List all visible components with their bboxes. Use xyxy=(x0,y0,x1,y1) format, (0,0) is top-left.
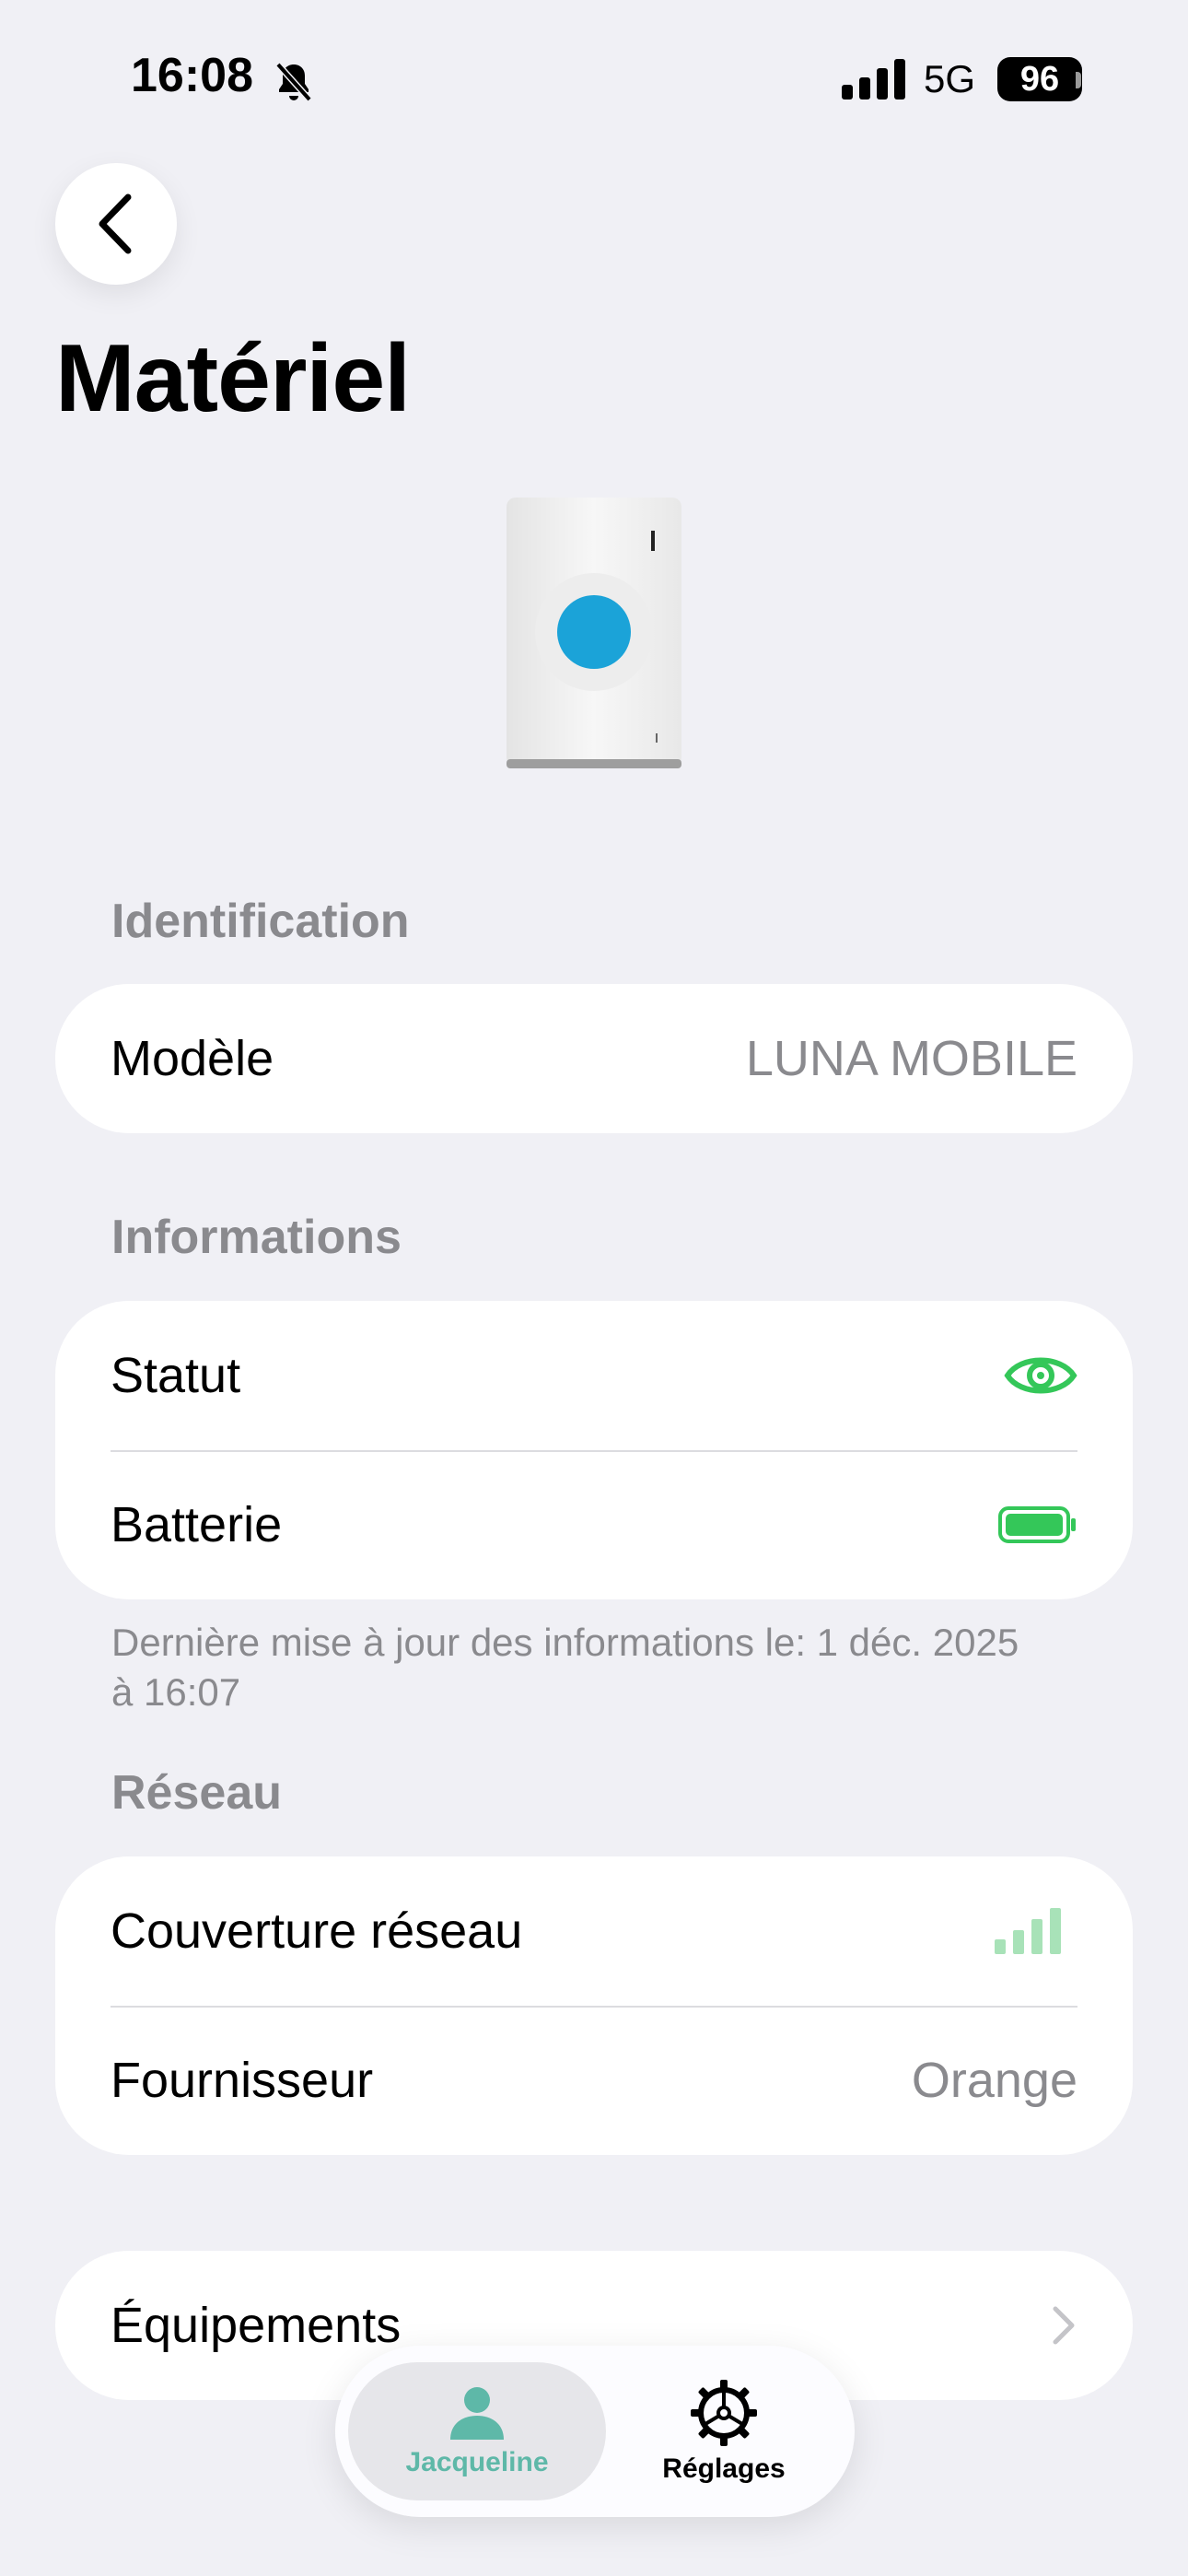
row-label: Équipements xyxy=(111,2298,402,2353)
network-type: 5G xyxy=(924,57,976,100)
battery-level: 96 xyxy=(997,57,1082,101)
chevron-right-icon xyxy=(1053,2306,1075,2345)
tab-reglages[interactable]: Réglages xyxy=(606,2362,842,2500)
informations-card: Statut Batterie xyxy=(55,1301,1133,1599)
signal-bars-icon xyxy=(995,1908,1061,1954)
row-provider: Fournisseur Orange xyxy=(55,2006,1133,2155)
section-header-informations: Informations xyxy=(111,1211,402,1264)
tab-label: Jacqueline xyxy=(405,2447,549,2477)
eye-icon xyxy=(1004,1357,1077,1394)
chevron-left-icon xyxy=(99,193,132,254)
row-battery: Batterie xyxy=(55,1450,1133,1599)
page-title: Matériel xyxy=(55,325,411,432)
gear-icon xyxy=(691,2380,757,2446)
device-button xyxy=(557,595,631,669)
battery-full-icon xyxy=(998,1506,1076,1543)
back-button[interactable] xyxy=(55,163,177,285)
identification-card: Modèle LUNA MOBILE xyxy=(55,984,1133,1133)
cellular-signal-icon xyxy=(842,59,905,100)
provider-value: Orange xyxy=(911,2053,1077,2108)
row-coverage: Couverture réseau xyxy=(55,1856,1133,2006)
row-status: Statut xyxy=(55,1301,1133,1450)
row-label: Couverture réseau xyxy=(111,1903,523,1959)
tab-label: Réglages xyxy=(662,2453,786,2484)
row-label: Statut xyxy=(111,1348,241,1403)
row-label: Batterie xyxy=(111,1497,283,1552)
model-value: LUNA MOBILE xyxy=(745,1031,1077,1086)
section-header-identification: Identification xyxy=(111,895,410,948)
battery-cap xyxy=(1076,72,1081,88)
row-label: Fournisseur xyxy=(111,2053,374,2108)
device-image xyxy=(507,498,681,768)
last-update-footnote: Dernière mise à jour des informations le… xyxy=(111,1621,1019,1714)
row-label: Modèle xyxy=(111,1031,274,1086)
tab-bar: Jacqueline Réglages xyxy=(335,2346,855,2517)
tab-jacqueline[interactable]: Jacqueline xyxy=(348,2362,606,2500)
row-model: Modèle LUNA MOBILE xyxy=(55,984,1133,1133)
bell-slash-icon xyxy=(275,62,312,102)
person-icon xyxy=(450,2387,504,2440)
status-time: 16:08 xyxy=(131,49,253,102)
section-header-reseau: Réseau xyxy=(111,1766,282,1820)
reseau-card: Couverture réseau Fournisseur Orange xyxy=(55,1856,1133,2155)
status-bar: 16:08 5G 96 xyxy=(0,0,1188,157)
